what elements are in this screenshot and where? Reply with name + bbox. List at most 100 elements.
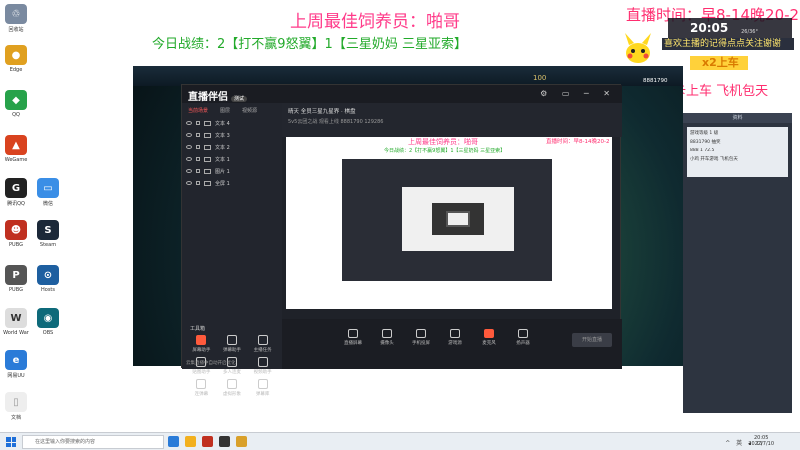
tab-layers[interactable]: 图层 [214,103,236,117]
taskbar-clock[interactable]: 20:05 2022/7/10 [748,435,774,447]
streaming-app-window[interactable]: 直播伴侣 测试 ⚙ ▭ ─ ✕ 当前场景 图层 视频源 文本 4 文本 3 文本 … [181,84,622,397]
tool-danmaku-helper[interactable]: 弹幕助手 [217,335,248,353]
taskbar-date: 2022/7/10 [748,441,774,447]
eye-icon[interactable] [186,145,192,149]
bottom-tool-label: 游戏源 [448,341,462,346]
desktop-icon-steam[interactable]: S Steam [34,220,62,248]
desktop-icon-tencent[interactable]: G 腾讯QQ [2,178,30,207]
lock-icon[interactable] [196,133,200,137]
layer-row[interactable]: 文本 1 [182,153,282,165]
lock-icon[interactable] [196,157,200,161]
eye-icon[interactable] [186,157,192,161]
layer-row[interactable]: 文本 4 [182,117,282,129]
desktop-icon-document[interactable]: ▯ 文档 [2,392,30,421]
pikachu-icon [625,33,651,63]
bottom-tool-label: 麦克风 [482,341,496,346]
nested-preview-4 [446,211,470,227]
game-source-button[interactable]: 游戏源 [444,329,466,346]
toolbox-grid: 屏幕助手 弹幕助手 主播任务 贴图助手 多人连麦 视频助手 连弹幕 虚拟形象 弹… [186,335,278,397]
desktop-icon-world-war[interactable]: W World War [2,308,30,336]
stream-info-header: 晴天 全员三星九星界 · 棋盘 5v5云团之战 观看上线 8881790 129… [282,103,622,137]
desktop-icon-label: 网易UU [7,373,25,379]
preview-canvas[interactable]: 上周最佳饲养员：啪哥 今日战绩：2【打不赢9怒翼】1【三星奶妈 三星亚索】 直播… [286,137,612,309]
app-icon[interactable] [219,436,230,447]
screen-capture-button[interactable]: 直播屏幕 [342,329,364,346]
bottom-tool-label: 手机投屏 [412,341,430,346]
tool-icon [196,335,207,345]
layer-label: 图片 1 [215,168,230,175]
tool-screen-helper[interactable]: 屏幕助手 [186,335,217,353]
desktop-icon-pubg[interactable]: P PUBG [2,265,30,293]
app-name: 直播伴侣 [188,92,228,103]
phone-cast-button[interactable]: 手机投屏 [410,329,432,346]
eye-icon[interactable] [186,121,192,125]
layer-row[interactable]: 文本 2 [182,141,282,153]
taskbar-search-input[interactable]: 在这里输入你要搜索的内容 [22,435,164,449]
app-badge: 测试 [231,96,248,102]
window-controls[interactable]: ⚙ ▭ ─ ✕ [540,89,616,98]
eye-icon[interactable] [186,133,192,137]
tool-icon [257,379,268,389]
clock-time: 20:05 [690,21,729,35]
eye-icon[interactable] [186,181,192,185]
tab-current-scene[interactable]: 当前场景 [182,103,214,117]
sidebar-footer: 云集直播中自动开启优化 [186,361,236,366]
start-live-button[interactable]: 开始直播 [572,333,612,347]
desktop-icon-label: 腾讯QQ [7,201,25,207]
microphone-button[interactable]: 麦克风 [478,329,500,346]
desktop-icon-label: OBS [42,330,54,336]
follow-banner: 喜欢主播的记得点点关注谢谢 [662,38,794,50]
bottom-toolbar: 直播屏幕 摄像头 手机投屏 游戏源 麦克风 扬声器 开始直播 [282,319,622,369]
camera-button[interactable]: 摄像头 [376,329,398,346]
desktop-icon-chrome[interactable]: ▭ 微信 [34,178,62,207]
desktop-icon-edge-browser[interactable]: e 网易UU [2,350,30,379]
tool-video-helper[interactable]: 视频助手 [247,357,278,375]
tool-danmaku-lib[interactable]: 弹幕库 [247,379,278,397]
lock-icon[interactable] [196,121,200,125]
tab-video-source[interactable]: 视频源 [236,103,263,117]
desktop-icon-qq[interactable]: ◆ QQ [2,90,30,118]
desktop-icon-game[interactable]: ☻ PUBG [2,220,30,248]
layer-type-icon [204,168,211,174]
game-id: 8881790 [643,78,668,84]
layer-row[interactable]: 文本 3 [182,129,282,141]
desktop-icon-label: WeGame [4,157,28,163]
desktop-icon-label: World War [3,330,29,336]
tool-live-danmaku[interactable]: 连弹幕 [186,379,217,397]
tool-avatar[interactable]: 虚拟形象 [217,379,248,397]
layer-row[interactable]: 全屏 1 [182,177,282,189]
speaker-button[interactable]: 扬声器 [512,329,534,346]
layer-type-icon [204,180,211,186]
lock-icon[interactable] [196,181,200,185]
stream-title: 晴天 全员三星九星界 · 棋盘 [288,109,356,115]
right-panel-line: 888 1 72.5 [690,148,715,153]
lock-icon[interactable] [196,169,200,173]
right-panel-line: 游戏等级 1 级 [690,131,719,136]
layer-row[interactable]: 图片 1 [182,165,282,177]
app-icon[interactable] [202,436,213,447]
eye-icon[interactable] [186,169,192,173]
folder-icon[interactable] [185,436,196,447]
desktop-icon-label: PUBG [9,287,23,293]
desktop-icon-wegame[interactable]: ▲ WeGame [2,135,30,163]
desktop-icon-obs[interactable]: ◉ OBS [34,308,62,336]
tool-icon [257,357,268,367]
lock-icon[interactable] [196,145,200,149]
windows-start-icon[interactable] [6,437,16,447]
desktop-icon-edge[interactable]: ● Edge [2,45,30,73]
edge-icon[interactable] [168,436,179,447]
desktop-icon-label: 回收站 [8,27,24,33]
tool-icon [226,335,237,345]
monitor-icon [348,329,358,338]
overlay-subtitle: 今日战绩：2【打不赢9怒翼】1【三星奶妈 三星亚索】 [152,37,467,52]
tool-label: 主播任务 [253,348,272,353]
app-titlebar: 直播伴侣 测试 ⚙ ▭ ─ ✕ [182,85,622,103]
tool-streamer-task[interactable]: 主播任务 [247,335,278,353]
desktop-icon-label: QQ [12,112,20,118]
layer-label: 文本 1 [215,156,230,163]
tool-label: 视频助手 [253,370,272,375]
desktop-icon-recycle-bin[interactable]: ♲ 回收站 [2,4,30,33]
right-panel-line: 小鸡 开车游戏 飞机包天 [690,157,738,162]
desktop-icon-hosts[interactable]: ⊙ Hosts [34,265,62,293]
lol-icon[interactable] [236,436,247,447]
